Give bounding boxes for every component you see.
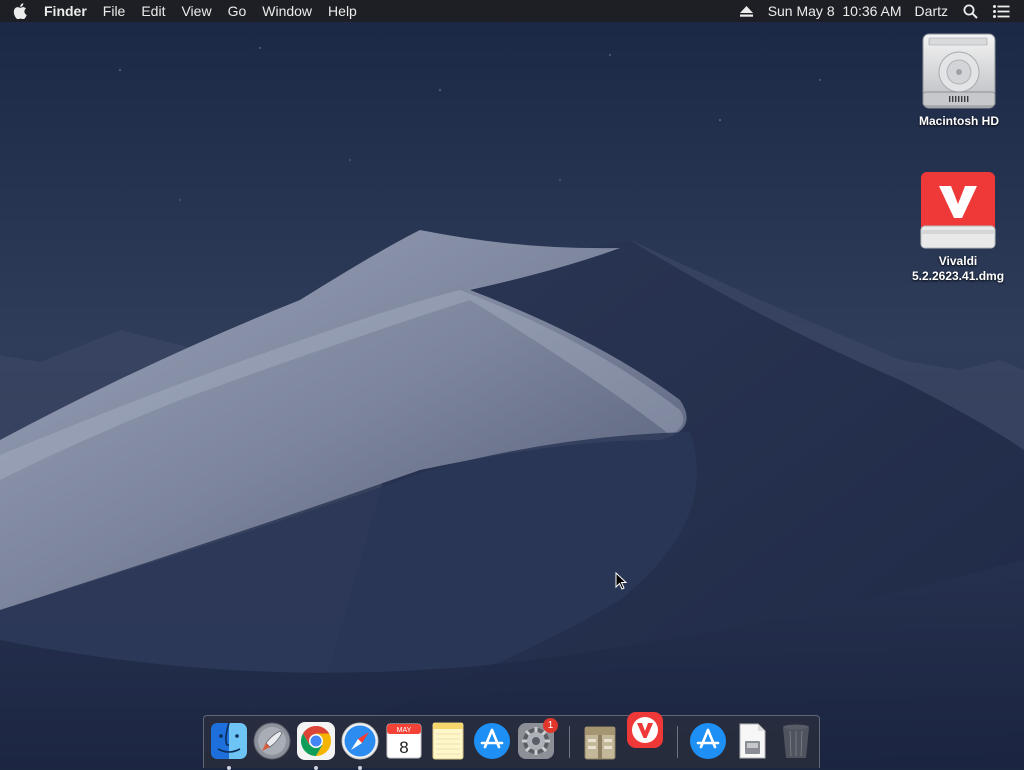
finder-icon [211,722,247,759]
menu-file[interactable]: File [95,0,134,22]
app-store-icon [474,723,510,759]
calendar-day: 8 [399,738,408,757]
launchpad-icon [253,722,291,760]
dock-launchpad[interactable] [252,721,292,761]
dock-notes[interactable] [428,721,468,761]
archive-utility-icon [584,726,616,760]
menu-view[interactable]: View [173,0,219,22]
dock-trash[interactable] [776,721,816,761]
menu-bar: Finder File Edit View Go Window Help Sun… [0,0,1024,22]
eject-icon[interactable] [735,0,763,22]
apple-menu-icon[interactable] [0,0,40,22]
running-indicator [314,766,318,770]
running-indicator [227,766,231,770]
chrome-icon [297,722,335,760]
spotlight-search-icon[interactable] [958,0,988,22]
running-indicator [358,766,362,770]
dock-separator [569,726,570,758]
trash-icon [783,724,809,758]
dock-document[interactable] [732,721,772,761]
notes-icon [432,722,464,760]
desktop-icon-macintosh-hd[interactable]: Macintosh HD [904,30,1014,129]
desktop-icon-label: Macintosh HD [918,114,999,128]
dock-calendar[interactable]: MAY 8 [384,721,424,761]
dock-finder[interactable] [209,721,249,770]
menu-app-finder[interactable]: Finder [40,0,95,22]
hard-drive-icon [922,33,996,109]
document-icon [739,723,766,759]
menu-clock[interactable]: Sun May 8 10:36 AM [763,0,907,22]
desktop-icon-label-filename: 5.2.2623.41.dmg [911,269,1005,283]
dock-safari[interactable] [340,721,380,770]
dock: MAY 8 1 [203,712,820,770]
desktop-icon-label: Vivaldi [938,254,978,268]
notification-center-icon[interactable] [988,0,1024,22]
menu-user[interactable]: Dartz [907,0,958,22]
calendar-icon: MAY 8 [386,723,422,759]
vivaldi-disk-image-icon [920,172,996,249]
mouse-cursor-icon [615,572,627,590]
dock-vivaldi[interactable] [625,710,665,750]
dock-chrome[interactable] [296,721,336,770]
menu-edit[interactable]: Edit [133,0,173,22]
vivaldi-icon [627,712,663,748]
app-store-icon [690,723,726,759]
dock-downloads-stack[interactable] [688,721,728,761]
menu-window[interactable]: Window [254,0,320,22]
safari-icon [341,722,379,760]
menu-go[interactable]: Go [220,0,255,22]
dock-separator [677,726,678,758]
dock-archive-utility[interactable] [580,721,620,761]
calendar-month: MAY [397,727,412,734]
desktop-wallpaper [0,0,1024,768]
notification-badge: 1 [543,718,558,733]
menu-help[interactable]: Help [320,0,365,22]
desktop-icon-vivaldi-dmg[interactable]: Vivaldi 5.2.2623.41.dmg [896,170,1020,284]
dock-system-preferences[interactable]: 1 [516,718,558,761]
dock-app-store[interactable] [472,721,512,761]
